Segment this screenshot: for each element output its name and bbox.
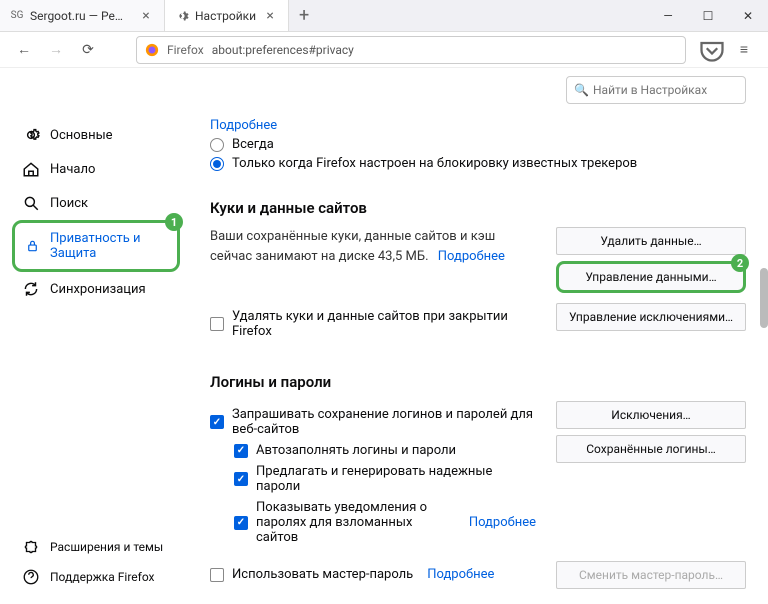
search-icon bbox=[22, 194, 40, 212]
autofill-checkbox[interactable]: Автозаполнять логины и пароли bbox=[234, 443, 536, 458]
checkbox-label: Запрашивать сохранение логинов и паролей… bbox=[232, 407, 536, 437]
pocket-icon[interactable] bbox=[698, 36, 726, 64]
main-panel: Подробнее Всегда Только когда Firefox на… bbox=[180, 68, 768, 604]
close-button[interactable]: ✕ bbox=[728, 0, 768, 31]
firefox-icon bbox=[145, 43, 159, 57]
saved-logins-button[interactable]: Сохранённые логины… bbox=[556, 435, 746, 463]
breach-checkbox[interactable]: Показывать уведомления о паролях для взл… bbox=[234, 500, 536, 545]
checkbox-icon bbox=[210, 415, 224, 429]
toolbar: ← → ⟳ Firefox about:preferences#privacy … bbox=[0, 32, 768, 68]
sidebar-label: Синхронизация bbox=[50, 282, 146, 297]
checkbox-label: Удалять куки и данные сайтов при закрыти… bbox=[232, 309, 536, 339]
change-master-button: Сменить мастер-пароль… bbox=[556, 561, 746, 589]
sidebar-bottom: Расширения и темы Поддержка Firefox bbox=[12, 532, 180, 604]
master-password-checkbox[interactable]: Использовать мастер-пароль Подробнее bbox=[210, 567, 536, 582]
sidebar-item-support[interactable]: Поддержка Firefox bbox=[12, 562, 180, 592]
sidebar: Основные Начало Поиск 1 Приватность и За… bbox=[0, 68, 180, 604]
sidebar-item-privacy[interactable]: 1 Приватность и Защита bbox=[12, 220, 180, 272]
titlebar: SG Sergoot.ru — Решение ваших × Настройк… bbox=[0, 0, 768, 32]
menu-button[interactable]: ≡ bbox=[730, 36, 758, 64]
radio-label: Всегда bbox=[232, 137, 274, 152]
delete-data-button[interactable]: Удалить данные… bbox=[556, 227, 746, 255]
logins-title: Логины и пароли bbox=[210, 373, 746, 391]
button-label: Управление данными… bbox=[585, 270, 716, 284]
radio-always[interactable]: Всегда bbox=[210, 137, 746, 152]
radio-icon bbox=[210, 157, 224, 171]
sidebar-label: Приватность и Защита bbox=[50, 231, 167, 261]
checkbox-icon bbox=[234, 472, 248, 486]
checkbox-label: Показывать уведомления о паролях для взл… bbox=[256, 500, 455, 545]
ask-save-checkbox[interactable]: Запрашивать сохранение логинов и паролей… bbox=[210, 407, 536, 437]
url-bar[interactable]: Firefox about:preferences#privacy bbox=[136, 36, 686, 64]
url-prefix: Firefox bbox=[167, 43, 204, 57]
checkbox-label: Предлагать и генерировать надежные парол… bbox=[256, 464, 536, 494]
checkbox-label: Автозаполнять логины и пароли bbox=[256, 443, 456, 458]
sidebar-label: Основные bbox=[50, 128, 113, 143]
breach-more-link[interactable]: Подробнее bbox=[469, 515, 536, 530]
sync-icon bbox=[22, 280, 40, 298]
cookies-more-link[interactable]: Подробнее bbox=[438, 249, 505, 264]
cookies-description: Ваши сохранённые куки, данные сайтов и к… bbox=[210, 227, 536, 293]
sidebar-label: Расширения и темы bbox=[50, 540, 163, 554]
checkbox-icon bbox=[234, 444, 248, 458]
checkbox-icon bbox=[210, 317, 224, 331]
radio-only-blocking[interactable]: Только когда Firefox настроен на блокиро… bbox=[210, 156, 746, 171]
suggest-checkbox[interactable]: Предлагать и генерировать надежные парол… bbox=[234, 464, 536, 494]
tab-title: Настройки bbox=[195, 9, 256, 23]
checkbox-icon bbox=[210, 568, 224, 582]
minimize-button[interactable]: — bbox=[648, 0, 688, 31]
window-controls: — ☐ ✕ bbox=[648, 0, 768, 31]
cookies-title: Куки и данные сайтов bbox=[210, 199, 746, 217]
manage-data-button[interactable]: 2 Управление данными… bbox=[556, 261, 746, 293]
delete-on-close-checkbox[interactable]: Удалять куки и данные сайтов при закрыти… bbox=[210, 309, 536, 339]
radio-label: Только когда Firefox настроен на блокиро… bbox=[232, 156, 637, 171]
tab-title: Sergoot.ru — Решение ваших bbox=[30, 9, 132, 23]
checkbox-icon bbox=[234, 516, 248, 530]
close-icon[interactable]: × bbox=[138, 8, 154, 24]
url-path: about:preferences#privacy bbox=[212, 43, 677, 57]
new-tab-button[interactable]: + bbox=[289, 0, 319, 31]
sidebar-item-sync[interactable]: Синхронизация bbox=[12, 272, 180, 306]
checkbox-label: Использовать мастер-пароль bbox=[232, 567, 413, 582]
sidebar-item-general[interactable]: Основные bbox=[12, 118, 180, 152]
content: 🔍 Основные Начало Поиск 1 Приватность и … bbox=[0, 68, 768, 604]
master-more-link[interactable]: Подробнее bbox=[427, 567, 494, 582]
help-icon bbox=[22, 568, 40, 586]
tab-sergoot[interactable]: SG Sergoot.ru — Решение ваших × bbox=[0, 0, 165, 31]
sidebar-label: Поиск bbox=[50, 196, 88, 211]
maximize-button[interactable]: ☐ bbox=[688, 0, 728, 31]
favicon-sergoot: SG bbox=[10, 9, 24, 23]
tab-settings[interactable]: Настройки × bbox=[165, 0, 289, 31]
forward-button[interactable]: → bbox=[42, 36, 70, 64]
close-icon[interactable]: × bbox=[262, 8, 278, 24]
sidebar-label: Поддержка Firefox bbox=[50, 570, 155, 584]
radio-icon bbox=[210, 138, 224, 152]
gear-icon bbox=[175, 9, 189, 23]
puzzle-icon bbox=[22, 538, 40, 556]
back-button[interactable]: ← bbox=[10, 36, 38, 64]
sidebar-item-search[interactable]: Поиск bbox=[12, 186, 180, 220]
manage-exceptions-button[interactable]: Управление исключениями… bbox=[556, 303, 746, 331]
lock-icon bbox=[25, 237, 40, 255]
reload-button[interactable]: ⟳ bbox=[74, 36, 102, 64]
logins-exceptions-button[interactable]: Исключения… bbox=[556, 401, 746, 429]
annotation-badge-2: 2 bbox=[731, 254, 749, 272]
sidebar-item-home[interactable]: Начало bbox=[12, 152, 180, 186]
tracking-more-link[interactable]: Подробнее bbox=[210, 118, 746, 133]
sidebar-item-extensions[interactable]: Расширения и темы bbox=[12, 532, 180, 562]
home-icon bbox=[22, 160, 40, 178]
sidebar-label: Начало bbox=[50, 162, 95, 177]
gear-icon bbox=[22, 126, 40, 144]
